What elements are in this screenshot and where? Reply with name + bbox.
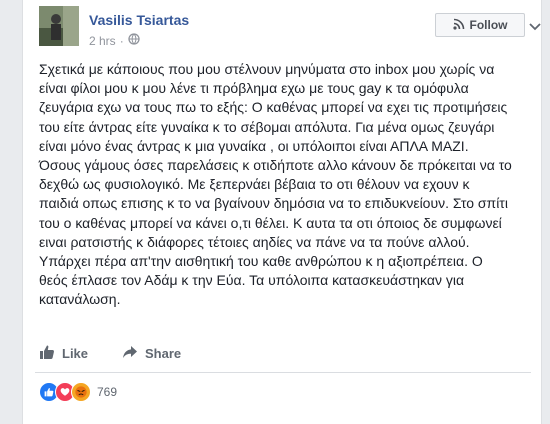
share-arrow-icon bbox=[122, 344, 138, 363]
actions-divider bbox=[35, 372, 531, 373]
share-label: Share bbox=[145, 345, 182, 361]
post-meta: 2 hrs · bbox=[89, 33, 140, 48]
reaction-count: 769 bbox=[97, 385, 118, 399]
post-line: είναι μόνο ένας άντρας κ μια γυναίκα , ο… bbox=[39, 137, 469, 154]
post-line: θεός έπλασε τον Αδάμ κ την Εύα. Τα υπόλο… bbox=[39, 272, 465, 289]
reactions-summary[interactable]: 769 bbox=[39, 382, 117, 402]
post-line: είναι φίλοι μου κ μου λένε τι πρόβλημα ε… bbox=[39, 80, 469, 97]
post-line: του είτε άντρας είτε γυναίκα κ το σέβομα… bbox=[39, 118, 495, 135]
post-line: δεχθώ ως φυσιολογικό. Με ξεπερνάει βέβαι… bbox=[39, 176, 470, 193]
follow-label: Follow bbox=[469, 18, 508, 32]
post-line: ζευγάρια εχω να τους πω το εξής: Ο καθέν… bbox=[39, 99, 508, 116]
post-line: Όσους γάμους όσες παρελάσεις κ οτιδήποτε… bbox=[39, 157, 512, 174]
share-button[interactable]: Share bbox=[122, 344, 181, 363]
follow-button[interactable]: Follow bbox=[435, 13, 525, 37]
separator-dot: · bbox=[119, 33, 124, 48]
post-card: Vasilis Tsiartas 2 hrs · Follow Σχετικά … bbox=[22, 0, 542, 424]
like-label: Like bbox=[62, 345, 89, 361]
post-line: ειναι ρατσιστής κ διάφορες τέτοιες αηδίε… bbox=[39, 233, 470, 250]
angry-icon bbox=[71, 382, 91, 402]
post-timestamp[interactable]: 2 hrs bbox=[89, 34, 116, 48]
post-line: παιδιά οπως επισης κ το να βγαίνουν δημό… bbox=[39, 195, 508, 212]
thumbs-up-icon bbox=[39, 344, 55, 363]
chevron-down-icon[interactable] bbox=[529, 18, 541, 36]
post-line: Υπάρχει πέρα απ'την αισθητική του καθε α… bbox=[39, 253, 483, 270]
post-line: κατανάλωση. bbox=[39, 291, 121, 308]
post-line: του ο καθένας μπορεί να κάνει ο,τι θέλει… bbox=[39, 214, 502, 231]
avatar-photo bbox=[39, 6, 79, 46]
post-line: Σχετικά με κάποιους που μου στέλνουν μην… bbox=[39, 61, 495, 77]
rss-icon bbox=[452, 18, 465, 33]
author-avatar[interactable] bbox=[39, 6, 79, 46]
like-button[interactable]: Like bbox=[39, 344, 88, 363]
post-body: Σχετικά με κάποιους που μου στέλνουν μην… bbox=[39, 60, 535, 310]
author-name[interactable]: Vasilis Tsiartas bbox=[89, 12, 189, 28]
post-actions: Like Share bbox=[39, 338, 527, 368]
globe-icon[interactable] bbox=[128, 33, 140, 48]
